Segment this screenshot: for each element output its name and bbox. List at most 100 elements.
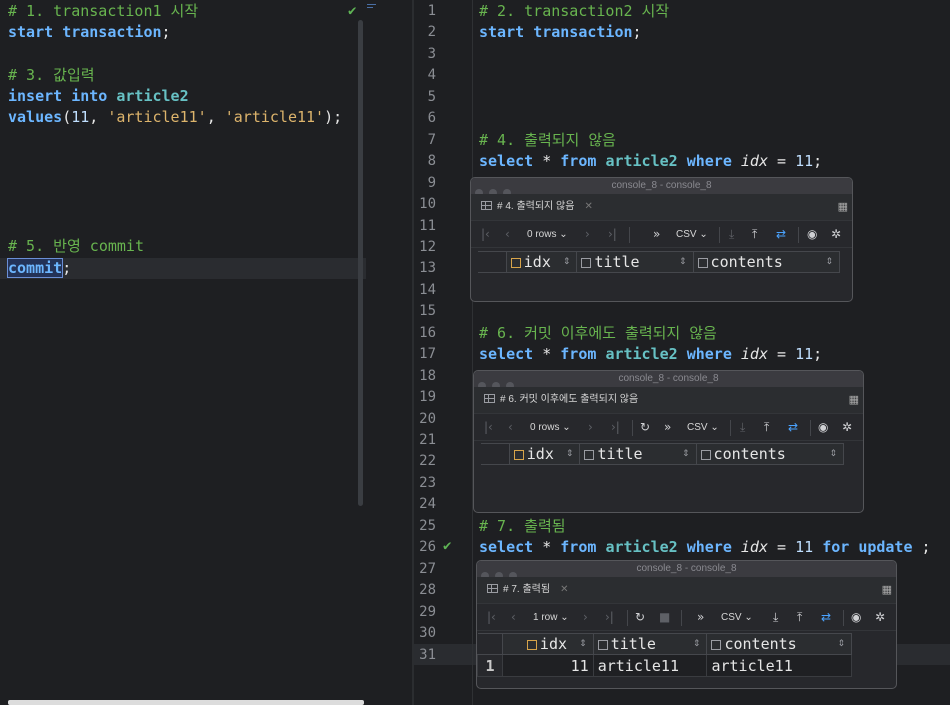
next-page-icon[interactable]: › [585,221,590,248]
stop-icon[interactable]: ■ [659,604,670,631]
eye-icon[interactable]: ◉ [851,604,861,631]
sort-icon[interactable]: ⇕ [829,444,837,465]
code-line[interactable]: commit; [6,258,71,279]
code-line[interactable]: values(11, 'article11', 'article11'); [8,107,342,128]
prev-page-icon[interactable]: ‹ [508,414,513,441]
row-count-selector[interactable]: 1 row ⌄ [533,604,569,631]
row-count-selector[interactable]: 0 rows ⌄ [530,414,571,441]
close-icon[interactable]: ✕ [584,201,592,212]
line-number: 28 [419,582,436,599]
row-number-header [477,633,503,655]
sort-icon[interactable]: ⇕ [837,634,845,655]
code-line[interactable]: select * from article2 where idx = 11; [479,151,822,172]
result-tab[interactable]: # 7. 출력됨 ✕ [487,582,568,598]
sort-icon[interactable]: ⇕ [825,252,833,273]
code-line[interactable]: # 4. 출력되지 않음 [479,130,616,151]
console-title-bar[interactable]: console_8 - console_8 [474,371,863,390]
sort-icon[interactable]: ⇕ [563,252,571,273]
first-page-icon[interactable]: |‹ [487,604,496,631]
code-line[interactable]: # 7. 출력됨 [479,516,566,537]
result-console[interactable]: console_8 - console_8 # 4. 출력되지 않음 ✕ ▦ |‹… [470,177,853,302]
code-line[interactable]: # 2. transaction2 시작 [479,1,669,22]
code-line[interactable]: select * from article2 where idx = 11 fo… [479,537,931,558]
reload-icon[interactable]: ↻ [635,604,645,631]
layout-icon[interactable]: ▦ [849,393,859,406]
prev-page-icon[interactable]: ‹ [505,221,510,248]
column-header-title[interactable]: title ⇕ [592,633,708,655]
cell-title[interactable]: article11 [592,654,708,677]
cell-contents[interactable]: article11 [706,654,852,677]
upload-icon[interactable]: ⤒ [764,414,769,441]
prev-page-icon[interactable]: ‹ [511,604,516,631]
code-token: where [686,345,741,364]
eye-icon[interactable]: ◉ [807,221,817,248]
sort-icon[interactable]: ⇕ [682,444,690,465]
code-line[interactable]: select * from article2 where idx = 11; [479,344,822,365]
download-icon[interactable]: ⤓ [740,414,745,441]
code-line[interactable]: start transaction; [479,22,642,43]
export-format-selector[interactable]: CSV ⌄ [721,604,753,631]
column-header-idx[interactable]: idx ⇕ [501,633,594,655]
code-line[interactable]: # 3. 값입력 [8,65,95,86]
code-line[interactable]: insert into article2 [8,86,189,107]
code-token: 'article11' [107,108,207,126]
last-page-icon[interactable]: ›| [608,221,617,248]
sort-icon[interactable]: ⇕ [579,634,587,655]
compare-icon[interactable]: ⇄ [821,604,831,631]
sort-icon[interactable]: ⇕ [679,252,687,273]
first-page-icon[interactable]: |‹ [481,221,490,248]
row-count-selector[interactable]: 0 rows ⌄ [527,221,568,248]
result-tab[interactable]: # 6. 커밋 이후에도 출력되지 않음 [484,392,638,408]
close-icon[interactable]: ✕ [560,584,568,595]
table-row[interactable]: 1 11 article11 article11 [477,654,852,677]
layout-icon[interactable]: ▦ [838,200,848,213]
more-icon[interactable]: » [664,414,671,441]
column-header-idx[interactable]: idx ⇕ [505,251,578,273]
gear-icon[interactable]: ✲ [842,414,852,441]
next-page-icon[interactable]: › [583,604,588,631]
more-icon[interactable]: » [653,221,660,248]
eye-icon[interactable]: ◉ [818,414,828,441]
code-line[interactable]: start transaction; [8,22,171,43]
result-console[interactable]: console_8 - console_8 # 6. 커밋 이후에도 출력되지 … [473,370,864,513]
code-line[interactable]: # 6. 커밋 이후에도 출력되지 않음 [479,323,717,344]
column-header-title[interactable]: title ⇕ [579,443,697,465]
console-title-bar[interactable]: console_8 - console_8 [477,561,896,580]
left-editor[interactable]: # 1. transaction1 시작 start transaction; # … [0,0,412,705]
key-icon [510,258,521,268]
column-header-contents[interactable]: contents ⇕ [692,251,841,273]
vertical-scrollbar[interactable] [358,20,363,506]
result-console[interactable]: console_8 - console_8 # 7. 출력됨 ✕ ▦ |‹ ‹ 1… [476,560,897,689]
horizontal-scrollbar[interactable] [8,700,364,705]
column-header-contents[interactable]: contents ⇕ [706,633,852,655]
gear-icon[interactable]: ✲ [831,221,841,248]
sort-icon[interactable]: ⇕ [693,634,701,655]
last-page-icon[interactable]: ›| [605,604,614,631]
more-icon[interactable]: » [697,604,704,631]
code-line[interactable]: # 1. transaction1 시작 [8,1,198,22]
export-format-selector[interactable]: CSV ⌄ [687,414,719,441]
upload-icon[interactable]: ⤒ [797,604,802,631]
gear-icon[interactable]: ✲ [875,604,885,631]
first-page-icon[interactable]: |‹ [484,414,493,441]
last-page-icon[interactable]: ›| [611,414,620,441]
download-icon[interactable]: ⤓ [773,604,778,631]
result-tab[interactable]: # 4. 출력되지 않음 ✕ [481,199,593,215]
next-page-icon[interactable]: › [588,414,593,441]
cell-idx[interactable]: 11 [501,654,594,677]
compare-icon[interactable]: ⇄ [788,414,798,441]
layout-icon[interactable]: ▦ [882,583,892,596]
column-header-contents[interactable]: contents ⇕ [695,443,845,465]
column-header-idx[interactable]: idx ⇕ [508,443,581,465]
upload-icon[interactable]: ⤒ [752,221,757,248]
column-header-title[interactable]: title ⇕ [576,251,694,273]
export-format-selector[interactable]: CSV ⌄ [676,221,708,248]
line-number: 14 [419,281,436,298]
console-title-bar[interactable]: console_8 - console_8 [471,178,852,197]
compare-icon[interactable]: ⇄ [776,221,786,248]
code-line[interactable]: # 5. 반영 commit [8,236,144,257]
download-icon[interactable]: ⤓ [729,221,734,248]
line-number: 5 [427,88,436,105]
sort-icon[interactable]: ⇕ [566,444,574,465]
reload-icon[interactable]: ↻ [640,414,650,441]
